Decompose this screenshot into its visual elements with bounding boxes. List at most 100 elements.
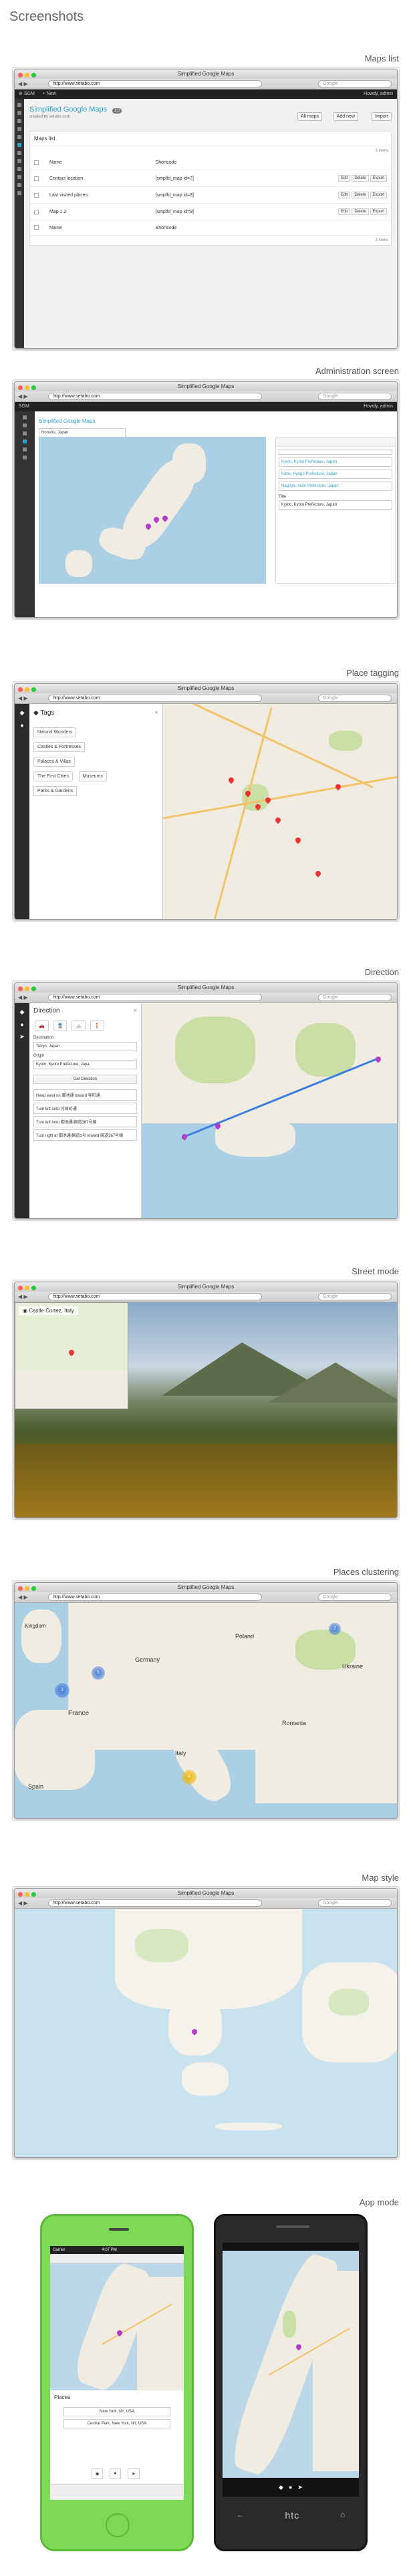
back-forward-icon[interactable]: ◀ ▶: [18, 1594, 28, 1600]
media-icon[interactable]: [23, 431, 27, 435]
place-item[interactable]: Central Park, New York, NY, USA: [63, 2419, 170, 2428]
tag-icon[interactable]: ◆: [279, 2484, 283, 2491]
settings-icon[interactable]: [23, 455, 27, 459]
row-name[interactable]: Last visited places: [45, 186, 152, 204]
address-search-input[interactable]: Honshu, Japan: [39, 428, 126, 437]
nyc-map[interactable]: [50, 2263, 184, 2390]
home-button[interactable]: [106, 2513, 130, 2537]
delete-button[interactable]: Delete: [352, 192, 369, 199]
howdy-user[interactable]: Howdy, admin: [364, 89, 393, 99]
back-forward-icon[interactable]: ◀ ▶: [18, 994, 28, 1000]
step-item[interactable]: Turn left onto 河原町通: [33, 1103, 137, 1114]
place-item[interactable]: New York, NY, USA: [63, 2407, 170, 2416]
car-icon[interactable]: 🚗: [35, 1021, 49, 1031]
tag-icon[interactable]: ◆: [15, 709, 29, 717]
edit-button[interactable]: Edit: [337, 208, 351, 216]
step-item[interactable]: Turn left onto 御池通/国道367号線: [33, 1116, 137, 1127]
search-box[interactable]: Google: [318, 695, 392, 702]
title-field[interactable]: Kyoto, Kyoto Prefecture, Japan: [279, 500, 392, 510]
address-bar[interactable]: http://www.setabo.com: [48, 1899, 262, 1907]
map-pin[interactable]: [314, 870, 322, 878]
row-checkbox[interactable]: [34, 176, 39, 181]
tag-palaces[interactable]: Palaces & Villas: [33, 757, 76, 767]
get-direction-button[interactable]: Get Direction: [33, 1075, 137, 1084]
search-box[interactable]: Google: [318, 1293, 392, 1300]
safari-toolbar[interactable]: [50, 2484, 184, 2500]
address-bar[interactable]: http://www.setabo.com: [48, 1293, 262, 1300]
nyc-map[interactable]: [223, 2251, 359, 2478]
maps-icon[interactable]: [17, 143, 21, 147]
cluster-marker[interactable]: 5: [92, 1666, 105, 1680]
back-forward-icon[interactable]: ◀ ▶: [18, 1900, 28, 1906]
edit-button[interactable]: Edit: [337, 192, 351, 199]
import-button[interactable]: Import: [372, 112, 392, 121]
back-forward-icon[interactable]: ◀ ▶: [18, 695, 28, 701]
europe-map[interactable]: Kingdom Germany Poland France Italy Spai…: [15, 1603, 397, 1818]
select-all-checkbox[interactable]: [34, 160, 39, 165]
back-icon[interactable]: ←: [237, 2510, 245, 2521]
pegman-icon[interactable]: ◉: [23, 1308, 29, 1314]
search-box[interactable]: Google: [318, 994, 392, 1001]
back-forward-icon[interactable]: ◀ ▶: [18, 81, 28, 87]
col-name[interactable]: Name: [45, 220, 152, 236]
delete-button[interactable]: Delete: [352, 208, 369, 216]
tag-first-cities[interactable]: The First Cities: [33, 771, 74, 781]
tag-castles[interactable]: Castles & Fortresses: [33, 742, 85, 752]
tag-icon[interactable]: ◆: [92, 2468, 104, 2479]
tools-icon[interactable]: [17, 175, 21, 179]
map-pin[interactable]: [274, 816, 282, 824]
plugins-icon[interactable]: [17, 159, 21, 163]
marker-icon[interactable]: ●: [289, 2484, 292, 2491]
bike-icon[interactable]: 🚲: [72, 1021, 86, 1031]
safari-url-bar[interactable]: [50, 2254, 184, 2263]
col-shortcode[interactable]: Shortcode: [151, 156, 258, 171]
panel-tabs[interactable]: [276, 437, 395, 447]
map-pin[interactable]: [227, 776, 235, 784]
direction-icon[interactable]: ➤: [15, 1033, 29, 1041]
all-maps-button[interactable]: All maps: [297, 112, 322, 121]
back-forward-icon[interactable]: ◀ ▶: [18, 1294, 28, 1300]
add-new-button[interactable]: Add new: [333, 112, 358, 121]
maps-icon[interactable]: [23, 439, 27, 443]
search-box[interactable]: Google: [318, 80, 392, 87]
media-icon[interactable]: [17, 119, 21, 123]
origin-input[interactable]: Kyoto, Kyoto Prefecture, Japa: [33, 1060, 137, 1069]
row-checkbox[interactable]: [34, 192, 39, 198]
close-icon[interactable]: ×: [133, 1007, 137, 1015]
pages-icon[interactable]: [17, 127, 21, 131]
edit-button[interactable]: Edit: [337, 175, 351, 182]
marker-icon[interactable]: ●: [110, 2468, 121, 2479]
map-pin[interactable]: [67, 1348, 76, 1356]
wp-logo-icon[interactable]: ⊛: [19, 91, 23, 96]
greece-map[interactable]: [15, 1909, 397, 2157]
tag-icon[interactable]: ◆: [15, 1008, 29, 1016]
cluster-marker[interactable]: 2: [329, 1623, 341, 1635]
marker-icon[interactable]: ●: [15, 722, 29, 729]
direction-icon[interactable]: ➤: [127, 2468, 140, 2479]
street-view[interactable]: ◉ Castle Cortez, Italy: [15, 1302, 397, 1517]
comments-icon[interactable]: [17, 135, 21, 139]
posts-icon[interactable]: [23, 423, 27, 427]
row-checkbox[interactable]: [34, 209, 39, 214]
close-icon[interactable]: ×: [154, 709, 158, 717]
dashboard-icon[interactable]: [17, 103, 21, 107]
users-icon[interactable]: [17, 167, 21, 171]
admin-map[interactable]: [39, 437, 266, 584]
place-item[interactable]: Kobe, Hyogo Prefecture, Japan: [279, 470, 392, 479]
home-icon[interactable]: ⌂: [340, 2510, 345, 2521]
step-item[interactable]: Head west on 御池通 toward 寺町通: [33, 1089, 137, 1101]
map-pin[interactable]: [334, 783, 342, 791]
address-bar[interactable]: http://www.setabo.com: [48, 695, 262, 702]
site-name[interactable]: SGM: [24, 91, 35, 96]
export-button[interactable]: Export: [370, 175, 387, 182]
search-box[interactable]: Google: [318, 1594, 392, 1601]
export-button[interactable]: Export: [370, 192, 387, 199]
site-name[interactable]: SGM: [19, 404, 29, 409]
search-box[interactable]: Google: [318, 393, 392, 400]
collapse-icon[interactable]: [17, 191, 21, 195]
step-item[interactable]: Turn right at 御池通/国道1号 toward 国道367号線: [33, 1129, 137, 1141]
col-shortcode[interactable]: Shortcode: [151, 220, 258, 236]
place-item[interactable]: Kyoto, Kyoto Prefecture, Japan: [279, 457, 392, 467]
select-all-checkbox[interactable]: [34, 225, 39, 230]
delete-button[interactable]: Delete: [352, 175, 369, 182]
